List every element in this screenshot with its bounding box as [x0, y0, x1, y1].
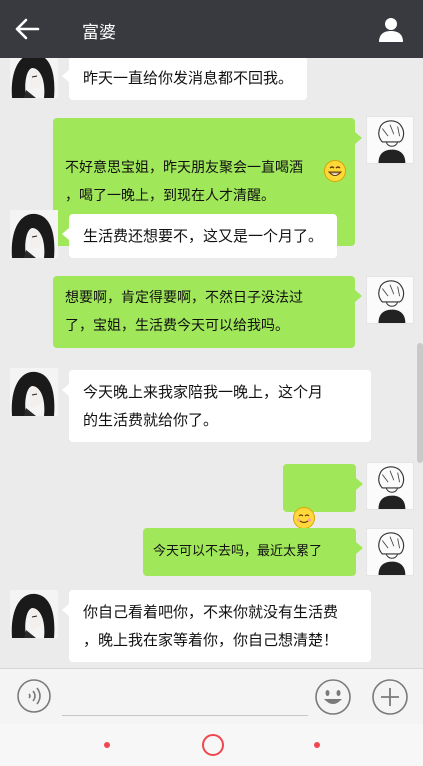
message-bubble-incoming[interactable]: 昨天一直给你发消息都不回我。	[61, 58, 308, 100]
message-list[interactable]: 昨天一直给你发消息都不回我。 不好意思宝姐，昨天朋友聚会一直喝酒 ，喝了一晚上，…	[0, 58, 423, 668]
grin-emoji-icon	[324, 160, 346, 182]
message-bubble-outgoing[interactable]: 今天可以不去吗，最近太累了	[143, 528, 363, 576]
voice-icon[interactable]	[16, 678, 52, 714]
chat-title: 富婆	[82, 23, 116, 43]
input-bar	[0, 668, 423, 724]
profile-icon[interactable]	[377, 15, 405, 43]
plus-icon[interactable]	[371, 678, 409, 716]
message-input[interactable]	[62, 677, 308, 716]
message-text: 不好意思宝姐，昨天朋友聚会一直喝酒 ，喝了一晚上，到现在人才清醒。	[65, 160, 303, 204]
message-bubble-outgoing[interactable]	[283, 464, 363, 557]
my-avatar[interactable]	[366, 462, 414, 510]
nav-recents-button[interactable]	[314, 742, 320, 748]
message-bubble-outgoing[interactable]: 想要啊，肯定得要啊，不然日子没法过 了，宝姐，生活费今天可以给我吗。	[53, 276, 362, 348]
sender-avatar[interactable]	[10, 58, 58, 98]
sender-avatar[interactable]	[10, 210, 58, 258]
smiley-icon[interactable]	[314, 678, 352, 716]
system-nav-bar	[0, 724, 423, 766]
sender-avatar[interactable]	[10, 368, 58, 416]
message-bubble-incoming[interactable]: 生活费还想要不，这又是一个月了。	[61, 214, 338, 258]
my-avatar[interactable]	[366, 116, 414, 164]
nav-back-button[interactable]	[104, 742, 110, 748]
title-bar: 富婆	[0, 0, 423, 58]
nav-home-button[interactable]	[202, 734, 224, 756]
smile-emoji-icon	[293, 507, 315, 529]
my-avatar[interactable]	[366, 276, 414, 324]
message-bubble-incoming[interactable]: 今天晚上来我家陪我一晚上，这个月 的生活费就给你了。	[62, 370, 371, 442]
scrollbar[interactable]	[417, 343, 423, 463]
message-bubble-incoming[interactable]: 你自己看着吧你，不来你就没有生活费 ，晚上我在家等着你，你自己想清楚！	[62, 590, 371, 662]
sender-avatar[interactable]	[10, 590, 58, 638]
back-arrow-icon[interactable]	[14, 17, 40, 41]
my-avatar[interactable]	[366, 528, 414, 576]
